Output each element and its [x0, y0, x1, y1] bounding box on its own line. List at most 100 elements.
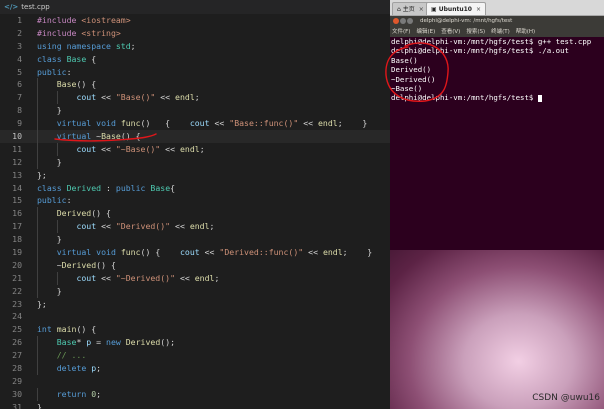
close-window-icon[interactable]: [393, 18, 399, 24]
line-number: 1: [17, 15, 22, 25]
code-token: virtual: [56, 118, 97, 129]
code-line[interactable]: 1 #include <iostream>: [0, 14, 390, 27]
terminal-line-text: delphi@delphi-vm:/mnt/hgfs/test$ ./a.out: [391, 46, 569, 56]
code-line[interactable]: 7 cout << "Base()" << endl;: [0, 91, 390, 105]
code-line[interactable]: 20 ~Derived() {: [0, 258, 390, 272]
code-token: ; }: [342, 247, 373, 258]
close-icon[interactable]: ×: [476, 6, 481, 13]
line-text: }: [37, 233, 62, 246]
code-token: <iostream>: [81, 15, 131, 25]
maximize-window-icon[interactable]: [407, 18, 413, 24]
code-line[interactable]: 23};: [0, 298, 390, 311]
line-number: 5: [17, 66, 22, 77]
code-line[interactable]: 24: [0, 310, 390, 323]
code-line[interactable]: 5 public:: [0, 66, 390, 79]
code-token: #include: [37, 27, 82, 38]
code-token: :: [66, 66, 72, 77]
code-token: };: [37, 298, 47, 309]
code-token: // ...: [56, 350, 87, 361]
code-line[interactable]: 14 class Derived : public Base{: [0, 182, 390, 195]
vm-tab-ubuntu[interactable]: ▣ Ubuntu10 ×: [426, 2, 486, 15]
editor-tab[interactable]: </> test.cpp: [0, 0, 390, 14]
code-token: :: [66, 195, 72, 206]
code-token: <<: [155, 92, 176, 103]
code-line[interactable]: 22 }: [0, 284, 390, 298]
code-line[interactable]: 12 }: [0, 155, 390, 169]
code-line[interactable]: 30 return 0;: [0, 387, 390, 401]
line-number: 20: [12, 259, 22, 270]
code-token: class: [37, 182, 67, 193]
code-token: () {: [91, 208, 111, 219]
code-token: public: [115, 182, 151, 193]
code-token: endl: [179, 143, 200, 154]
code-line[interactable]: 3 using namespace std;: [0, 40, 390, 53]
code-token: std: [115, 40, 131, 51]
code-token: public: [37, 195, 67, 206]
line-text: }: [37, 285, 62, 298]
code-area[interactable]: 1 #include <iostream> 2 #include <string> 3 u…: [0, 14, 390, 409]
line-number: 7: [17, 92, 22, 103]
code-token: void: [96, 247, 121, 258]
terminal-menu-item[interactable]: 编辑(E): [416, 29, 435, 35]
code-line[interactable]: 11 cout << "~Base()" << endl;: [0, 142, 390, 156]
code-token: endl: [322, 247, 343, 258]
line-number: 10: [12, 131, 22, 142]
vm-tab-home[interactable]: ⌂ 主页 ×: [392, 2, 429, 15]
line-text: virtual void func() { cout << "Base::fun…: [37, 117, 368, 130]
code-line[interactable]: 18 }: [0, 233, 390, 247]
code-token: "Base()": [115, 92, 156, 103]
code-line[interactable]: 4 class Base {: [0, 53, 390, 66]
line-number: 16: [12, 208, 22, 219]
line-number: 13: [12, 169, 22, 180]
code-line[interactable]: 29: [0, 375, 390, 388]
code-line[interactable]: 2 #include <string>: [0, 27, 390, 40]
minimize-window-icon[interactable]: [400, 18, 406, 24]
code-token: ;: [96, 388, 102, 399]
terminal-menu-item[interactable]: 搜索(S): [466, 29, 485, 35]
code-line[interactable]: 27 // ...: [0, 349, 390, 363]
code-line[interactable]: 19 virtual void func() { cout << "Derive…: [0, 246, 390, 259]
code-line[interactable]: 8 }: [0, 104, 390, 118]
code-line[interactable]: 15 public:: [0, 194, 390, 207]
code-line[interactable]: 16 Derived() {: [0, 207, 390, 221]
code-line[interactable]: 6 Base() {: [0, 78, 390, 92]
terminal-title: delphi@delphi-vm: /mnt/hgfs/test: [420, 18, 513, 24]
line-text: return 0;: [37, 388, 101, 401]
terminal-output[interactable]: delphi@delphi-vm:/mnt/hgfs/test$ g++ tes…: [390, 37, 604, 250]
close-icon[interactable]: ×: [419, 6, 424, 13]
line-text: class Derived : public Base{: [37, 182, 175, 195]
code-token: endl: [318, 118, 338, 129]
code-line[interactable]: 10 virtual ~Base() {: [0, 130, 390, 143]
line-number: 15: [12, 195, 22, 206]
terminal-menu-item[interactable]: 帮助(H): [516, 29, 535, 35]
code-token: () {: [76, 79, 97, 90]
line-number: 27: [12, 350, 22, 361]
code-line[interactable]: 17 cout << "Derived()" << endl;: [0, 220, 390, 234]
line-text: Base() {: [37, 78, 96, 91]
terminal-menu-item[interactable]: 终端(T): [491, 29, 510, 35]
line-number: 28: [12, 363, 22, 374]
code-token: };: [37, 169, 47, 180]
code-line[interactable]: 13};: [0, 169, 390, 182]
code-line[interactable]: 26 Base* p = new Derived();: [0, 336, 390, 350]
terminal-menu-item[interactable]: 查看(V): [441, 29, 460, 35]
terminal-menu-item[interactable]: 文件(F): [392, 29, 410, 35]
code-token: *: [76, 337, 87, 348]
code-line[interactable]: 31}: [0, 401, 390, 409]
code-line[interactable]: 9 virtual void func() { cout << "Base::f…: [0, 117, 390, 131]
code-line[interactable]: 28 delete p;: [0, 362, 390, 375]
terminal-line-text: Derived(): [391, 65, 432, 75]
line-text: Base* p = new Derived();: [37, 336, 175, 349]
code-line[interactable]: 21 cout << "~Derived()" << endl;: [0, 271, 390, 285]
code-token: <<: [96, 143, 116, 154]
code-token: ~: [37, 259, 62, 270]
code-token: int: [37, 324, 57, 335]
code-editor[interactable]: </> test.cpp 1 #include <iostream> 2 #includ…: [0, 0, 390, 409]
line-number: 29: [12, 375, 22, 386]
code-line[interactable]: 25 int main() {: [0, 323, 390, 336]
